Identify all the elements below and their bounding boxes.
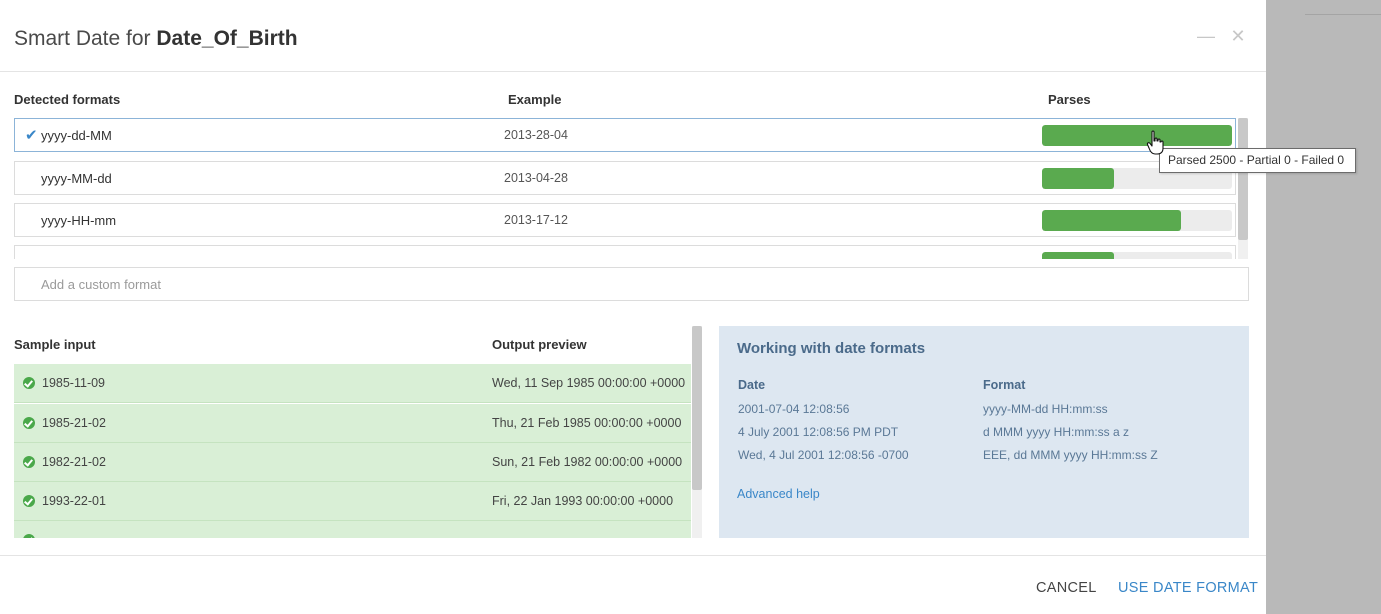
minimize-icon[interactable]: — bbox=[1196, 26, 1216, 46]
help-date-example: 4 July 2001 12:08:56 PM PDT bbox=[738, 425, 899, 439]
help-date-example: 2001-07-04 12:08:56 bbox=[738, 402, 850, 416]
close-icon[interactable]: ✕ bbox=[1228, 26, 1248, 46]
help-panel-title: Working with date formats bbox=[737, 340, 926, 357]
sample-input-value: 1982-21-02 bbox=[42, 455, 106, 469]
sample-row: 1985-11-09 Wed, 11 Sep 1985 00:00:00 +00… bbox=[14, 364, 691, 403]
hand-cursor-icon bbox=[1146, 130, 1164, 155]
format-name: yyyy-HH-mm bbox=[41, 213, 117, 228]
check-icon: ✔ bbox=[25, 127, 38, 144]
sample-row: 1993-22-01 Fri, 22 Jan 1993 00:00:00 +00… bbox=[14, 482, 691, 521]
help-format-header: Format bbox=[983, 378, 1026, 392]
parse-bar-fill bbox=[1042, 252, 1115, 259]
custom-format-input[interactable] bbox=[14, 267, 1249, 301]
help-date-header: Date bbox=[738, 378, 766, 392]
example-header: Example bbox=[508, 92, 562, 107]
help-date-example: Wed, 4 Jul 2001 12:08:56 -0700 bbox=[738, 448, 909, 462]
sample-input-value: 1985-21-02 bbox=[42, 416, 106, 430]
date-format-help-panel: Working with date formats Date Format 20… bbox=[719, 326, 1249, 538]
output-preview-value: Wed, 11 Sep 1985 00:00:00 +0000 bbox=[492, 376, 686, 390]
format-list-scrollbar[interactable] bbox=[1238, 118, 1248, 259]
dialog-title-prefix: Smart Date for bbox=[14, 27, 157, 50]
detected-formats-header: Detected formats bbox=[14, 92, 121, 107]
sample-row: 1982-21-02 Sun, 21 Feb 1982 00:00:00 +00… bbox=[14, 443, 691, 482]
parse-bar-fill bbox=[1042, 168, 1115, 189]
parse-bar-fill bbox=[1042, 125, 1232, 146]
help-format-example: yyyy-MM-dd HH:mm:ss bbox=[983, 402, 1108, 416]
format-list: ✔ yyyy-dd-MM 2013-28-04 yyyy-MM-dd 2013-… bbox=[0, 118, 1250, 259]
help-format-example: EEE, dd MMM yyyy HH:mm:ss Z bbox=[983, 448, 1158, 462]
sample-table: 1985-11-09 Wed, 11 Sep 1985 00:00:00 +00… bbox=[14, 364, 691, 538]
format-row[interactable]: yyyy-MM-dd 2013-04-28 bbox=[14, 161, 1236, 195]
output-preview-value: Sun, 21 Feb 1982 00:00:00 +0000 bbox=[492, 455, 683, 469]
parse-bar-fill bbox=[1042, 210, 1181, 231]
footer-divider bbox=[0, 555, 1266, 556]
parse-bar bbox=[1042, 125, 1232, 146]
sample-table-scrollbar[interactable] bbox=[692, 326, 702, 538]
output-preview-value: Fri, 22 Jan 1993 00:00:00 +0000 bbox=[492, 494, 674, 508]
check-circle-icon bbox=[23, 495, 35, 507]
parse-bar bbox=[1042, 252, 1232, 259]
output-preview-value: Thu, 21 Feb 1985 00:00:00 +0000 bbox=[492, 416, 682, 430]
sample-row: 1985-21-02 Thu, 21 Feb 1985 00:00:00 +00… bbox=[14, 404, 691, 443]
help-format-example: d MMM yyyy HH:mm:ss a z bbox=[983, 425, 1129, 439]
modal-backdrop bbox=[1266, 0, 1381, 614]
smart-date-dialog: Smart Date for Date_Of_Birth — ✕ Detecte… bbox=[0, 0, 1356, 614]
cancel-button[interactable]: CANCEL bbox=[1036, 580, 1097, 596]
parse-tooltip: Parsed 2500 - Partial 0 - Failed 0 bbox=[1159, 148, 1356, 173]
format-list-scroll-thumb[interactable] bbox=[1238, 118, 1248, 240]
dialog-header: Smart Date for Date_Of_Birth — ✕ bbox=[0, 0, 1266, 72]
check-circle-icon bbox=[23, 377, 35, 389]
dialog-title-field: Date_Of_Birth bbox=[156, 27, 298, 50]
check-circle-icon bbox=[23, 456, 35, 468]
advanced-help-link[interactable]: Advanced help bbox=[737, 487, 820, 501]
sample-input-value: 1985-11-09 bbox=[42, 376, 106, 390]
format-name: yyyy-dd-MM bbox=[41, 128, 112, 143]
format-row[interactable]: yyyy-HH-mm 2013-17-12 bbox=[14, 203, 1236, 237]
sample-input-header: Sample input bbox=[14, 337, 96, 352]
sample-row bbox=[14, 521, 691, 538]
parses-header: Parses bbox=[1048, 92, 1091, 107]
format-example: 2013-04-28 bbox=[504, 171, 568, 185]
check-circle-icon bbox=[23, 534, 35, 538]
format-row[interactable]: ✔ yyyy-dd-MM 2013-28-04 bbox=[14, 118, 1236, 152]
format-row[interactable] bbox=[14, 245, 1236, 259]
dialog-title: Smart Date for Date_Of_Birth bbox=[14, 27, 298, 51]
parse-bar bbox=[1042, 210, 1232, 231]
output-preview-header: Output preview bbox=[492, 337, 587, 352]
backdrop-divider bbox=[1305, 14, 1381, 15]
use-date-format-button[interactable]: USE DATE FORMAT bbox=[1118, 580, 1258, 596]
sample-input-value: 1993-22-01 bbox=[42, 494, 106, 508]
format-example: 2013-17-12 bbox=[504, 213, 568, 227]
sample-table-scroll-thumb[interactable] bbox=[692, 326, 702, 490]
format-example: 2013-28-04 bbox=[504, 128, 568, 142]
check-circle-icon bbox=[23, 417, 35, 429]
format-name: yyyy-MM-dd bbox=[41, 171, 112, 186]
